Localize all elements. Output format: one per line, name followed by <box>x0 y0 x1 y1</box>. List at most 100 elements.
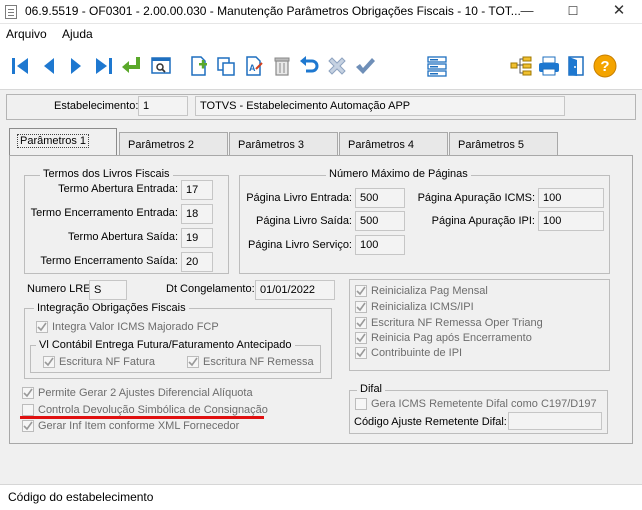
first-icon <box>12 58 28 74</box>
escritura-nf-remessa-oper-triang-checkbox[interactable] <box>355 317 367 329</box>
svg-text:?: ? <box>600 58 609 75</box>
integra-icms-checkbox[interactable] <box>36 321 48 333</box>
copy-button[interactable] <box>213 52 239 80</box>
pagina-apuracao-icms-label: Página Apuração ICMS: <box>417 192 535 204</box>
copy-icon <box>217 57 235 76</box>
previous-record-button[interactable] <box>36 52 62 80</box>
numero-lre-field[interactable]: S <box>89 280 127 300</box>
exit-door-icon <box>568 56 584 76</box>
maximize-button[interactable]: ☐ <box>550 0 596 24</box>
gera-icms-difal-checkbox[interactable] <box>355 398 367 410</box>
tree-button[interactable] <box>508 52 534 80</box>
undo-button[interactable] <box>296 52 322 80</box>
trash-icon <box>274 57 290 76</box>
minimize-button[interactable]: — <box>504 0 550 24</box>
pagina-livro-servico-field[interactable]: 100 <box>355 235 405 255</box>
codigo-ajuste-difal-field[interactable] <box>508 412 602 430</box>
reinicia-pag-apos-encerramento-checkbox[interactable] <box>355 332 367 344</box>
dt-congelamento-field[interactable]: 01/01/2022 <box>255 280 335 300</box>
contribuinte-ipi-checkbox[interactable] <box>355 347 367 359</box>
svg-text:A: A <box>249 63 256 73</box>
cancel-button[interactable] <box>324 52 350 80</box>
pagina-apuracao-ipi-field[interactable]: 100 <box>538 211 604 231</box>
search-window-icon <box>151 57 171 74</box>
goto-button[interactable] <box>119 52 145 80</box>
print-button[interactable] <box>536 52 562 80</box>
tab-parametros-2[interactable]: Parâmetros 2 <box>119 132 228 156</box>
pagina-livro-entrada-label: Página Livro Entrada: <box>246 192 352 204</box>
numero-lre-label: Numero LRE: <box>27 283 94 295</box>
tab-parametros-4[interactable]: Parâmetros 4 <box>339 132 448 156</box>
checkmark-icon <box>356 318 366 328</box>
termo-abertura-entrada-label: Termo Abertura Entrada: <box>58 183 178 195</box>
controla-devolucao-label: Controla Devolução Simbólica de Consigna… <box>38 404 268 416</box>
escritura-nf-remessa-label: Escritura NF Remessa <box>203 356 314 368</box>
search-button[interactable] <box>148 52 174 80</box>
tab-parametros-5[interactable]: Parâmetros 5 <box>449 132 558 156</box>
close-button[interactable]: ✕ <box>596 0 642 24</box>
new-record-button[interactable] <box>186 52 212 80</box>
help-icon: ? <box>593 54 617 78</box>
red-underline-annotation <box>20 416 264 419</box>
permite-gerar-ajustes-checkbox[interactable] <box>22 387 34 399</box>
paginas-group-title: Número Máximo de Páginas <box>326 168 471 180</box>
status-text: Código do estabelecimento <box>8 490 154 504</box>
next-record-button[interactable] <box>63 52 89 80</box>
checkmark-icon <box>23 421 33 431</box>
last-icon <box>96 58 112 74</box>
next-icon <box>71 58 81 74</box>
termo-encerramento-saida-field[interactable]: 20 <box>181 252 213 272</box>
permite-gerar-ajustes-label: Permite Gerar 2 Ajustes Diferencial Alíq… <box>38 387 253 399</box>
pagina-apuracao-icms-field[interactable]: 100 <box>538 188 604 208</box>
checkmark-icon <box>356 58 375 74</box>
cancel-x-icon <box>328 57 346 75</box>
difal-group-title: Difal <box>357 383 386 395</box>
edit-document-icon: A <box>246 56 263 76</box>
termo-encerramento-entrada-field[interactable]: 18 <box>181 204 213 224</box>
controla-devolucao-checkbox[interactable] <box>22 404 34 416</box>
title-bar: 06.9.5519 - OF0301 - 2.00.00.030 - Manut… <box>0 0 642 24</box>
delete-button[interactable] <box>269 52 295 80</box>
reinicializa-pag-mensal-checkbox[interactable] <box>355 285 367 297</box>
reinicializa-pag-mensal-label: Reinicializa Pag Mensal <box>371 285 488 297</box>
escritura-nf-remessa-oper-triang-label: Escritura NF Remessa Oper Triang <box>371 317 543 329</box>
last-record-button[interactable] <box>91 52 117 80</box>
tab-parametros-1[interactable]: Parâmetros 1 <box>9 128 117 156</box>
return-arrow-icon <box>122 57 140 73</box>
dt-congelamento-label: Dt Congelamento: <box>166 283 255 295</box>
menu-ajuda[interactable]: Ajuda <box>62 27 93 41</box>
integracao-group-title: Integração Obrigações Fiscais <box>34 302 189 314</box>
termo-encerramento-entrada-label: Termo Encerramento Entrada: <box>30 207 178 219</box>
escritura-nf-remessa-checkbox[interactable] <box>187 356 199 368</box>
new-document-icon <box>191 56 207 76</box>
tab-parametros-3[interactable]: Parâmetros 3 <box>229 132 338 156</box>
checkmark-icon <box>23 388 33 398</box>
exit-button[interactable] <box>563 52 589 80</box>
vl-contabil-group-title: Vl Contábil Entrega Futura/Faturamento A… <box>36 339 295 351</box>
first-record-button[interactable] <box>7 52 33 80</box>
edit-button[interactable]: A <box>241 52 267 80</box>
menu-arquivo[interactable]: Arquivo <box>6 27 47 41</box>
pagina-livro-entrada-field[interactable]: 500 <box>355 188 405 208</box>
checkmark-icon <box>37 322 47 332</box>
checkmark-icon <box>356 348 366 358</box>
contribuinte-ipi-label: Contribuinte de IPI <box>371 347 463 359</box>
pagina-apuracao-ipi-label: Página Apuração IPI: <box>431 215 535 227</box>
integra-icms-label: Integra Valor ICMS Majorado FCP <box>52 321 219 333</box>
gerar-inf-item-checkbox[interactable] <box>22 420 34 432</box>
gerar-inf-item-label: Gerar Inf Item conforme XML Fornecedor <box>38 420 240 432</box>
termo-abertura-entrada-field[interactable]: 17 <box>181 180 213 200</box>
pagina-livro-servico-label: Página Livro Serviço: <box>248 239 352 251</box>
termo-abertura-saida-label: Termo Abertura Saída: <box>67 231 178 243</box>
escritura-nf-fatura-checkbox[interactable] <box>43 356 55 368</box>
termo-encerramento-saida-label: Termo Encerramento Saída: <box>40 255 178 267</box>
tree-structure-icon <box>510 56 532 76</box>
termo-abertura-saida-field[interactable]: 19 <box>181 228 213 248</box>
estabelecimento-code-field[interactable]: 1 <box>138 96 188 116</box>
help-button[interactable]: ? <box>592 52 618 80</box>
list-button[interactable] <box>424 52 450 80</box>
confirm-button[interactable] <box>352 52 378 80</box>
toolbar: A ? <box>0 44 642 90</box>
pagina-livro-saida-field[interactable]: 500 <box>355 211 405 231</box>
reinicializa-icms-ipi-checkbox[interactable] <box>355 301 367 313</box>
